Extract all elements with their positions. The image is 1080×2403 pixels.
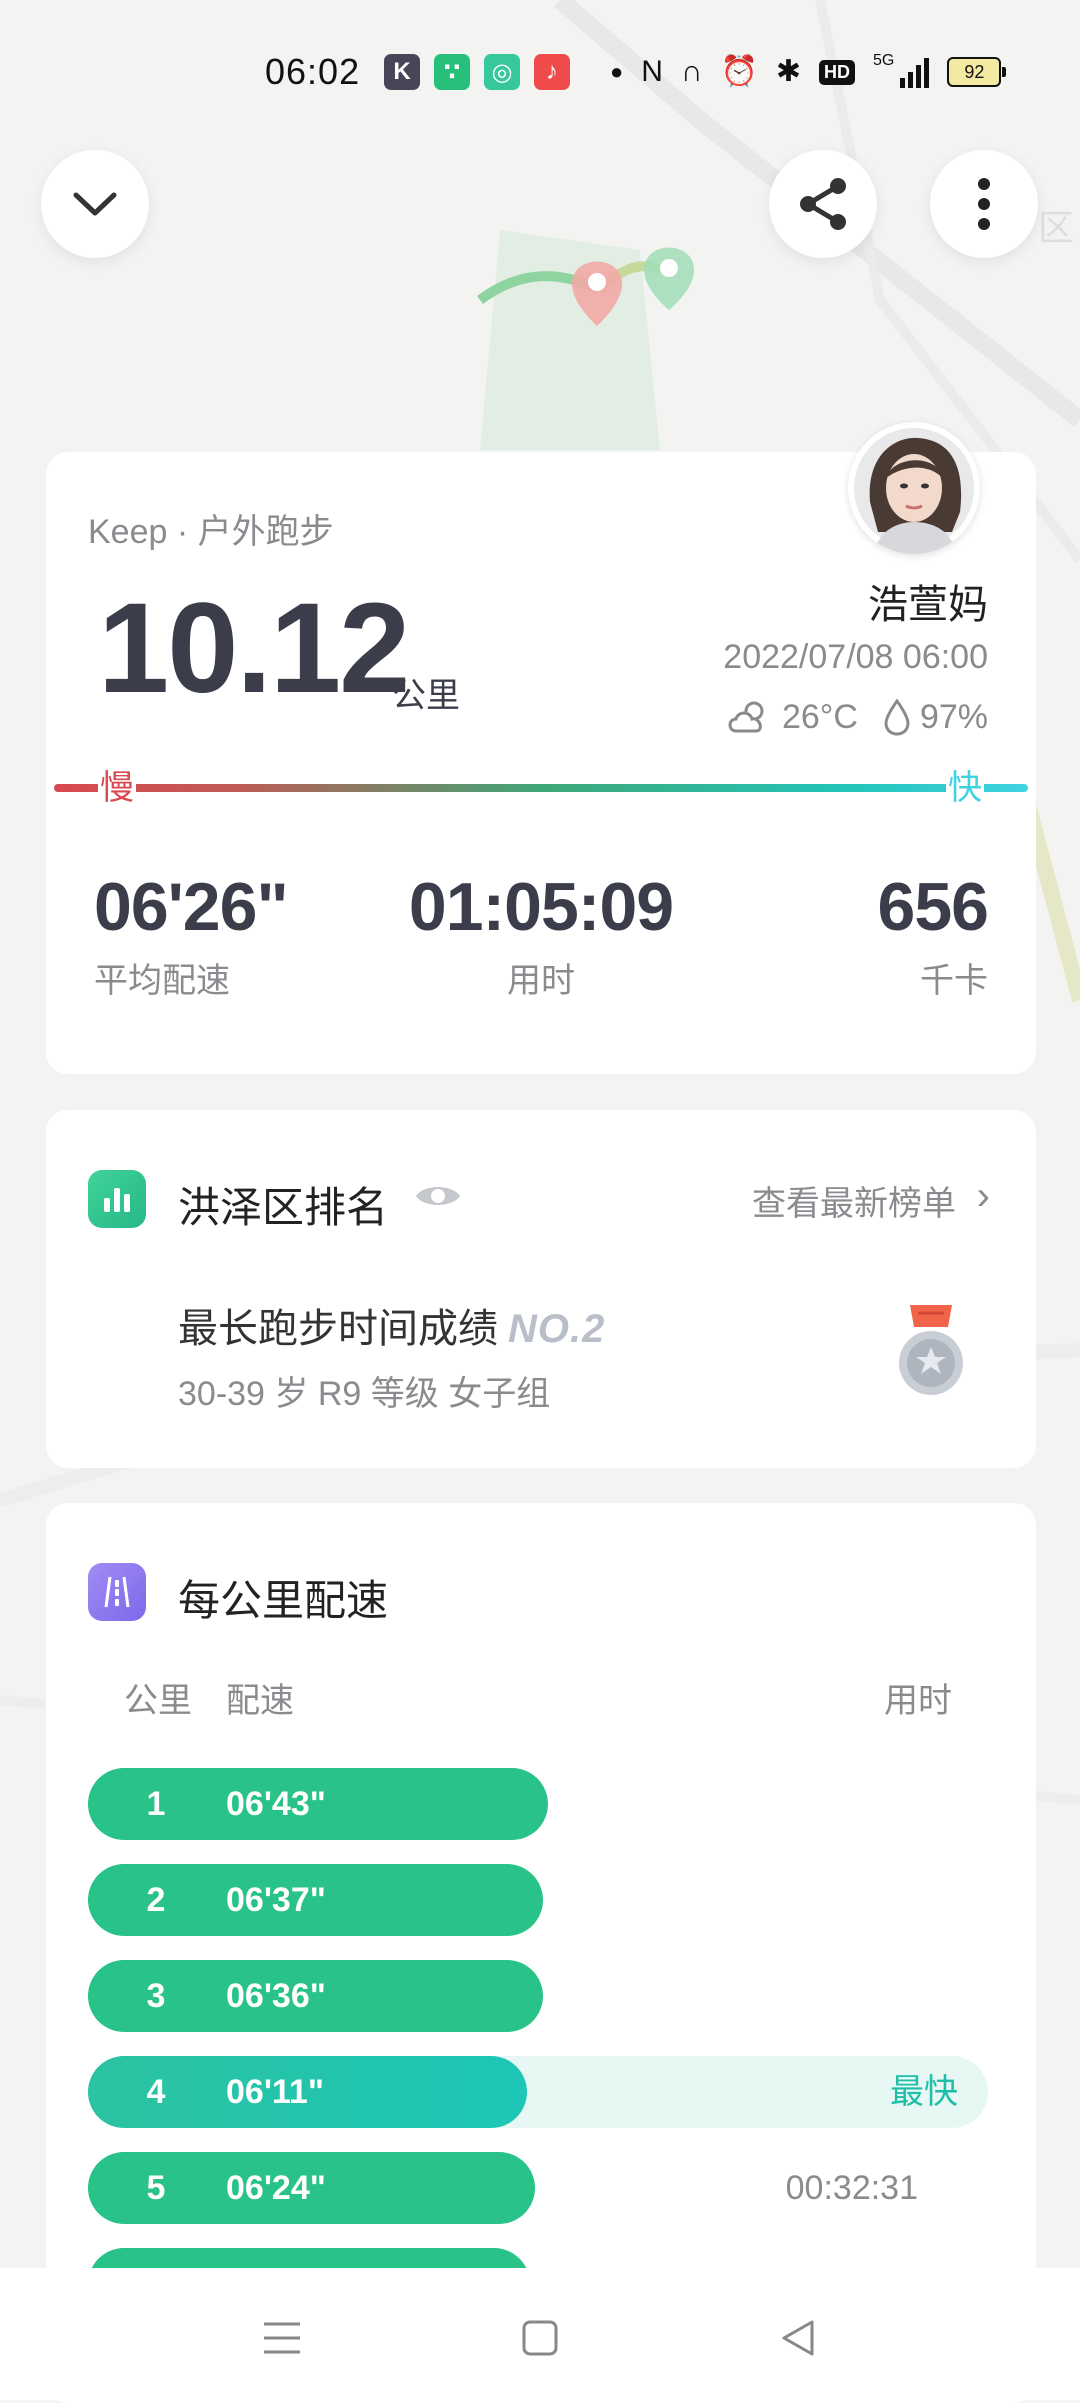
chat-app-icon: ∵ xyxy=(434,54,470,90)
svg-text:区: 区 xyxy=(1038,208,1074,249)
pace-row-pace: 06'43" xyxy=(226,1785,326,1823)
view-leaderboard-link[interactable]: 查看最新榜单 xyxy=(752,1176,956,1225)
ranking-number: NO.2 xyxy=(508,1307,606,1351)
workout-datetime: 2022/07/08 06:00 xyxy=(723,638,988,676)
pace-title: 每公里配速 xyxy=(178,1577,389,1624)
pace-row-km: 5 xyxy=(146,2169,166,2207)
menu-button[interactable] xyxy=(252,2308,312,2368)
avatar[interactable] xyxy=(848,422,980,554)
split-time: 00:32:31 xyxy=(785,2169,918,2207)
hd-badge: HD xyxy=(819,59,856,85)
col-header-time: 用时 xyxy=(884,1682,952,1720)
battery-level: 92 xyxy=(964,61,985,82)
eye-icon[interactable] xyxy=(414,1180,462,1212)
chevron-down-icon xyxy=(73,192,117,216)
bar-chart-icon xyxy=(88,1170,146,1228)
road-icon xyxy=(88,1563,146,1621)
silver-medal-icon xyxy=(899,1305,963,1395)
back-triangle-icon xyxy=(782,2320,814,2356)
weather-row: 26°C 97% xyxy=(726,697,988,737)
distance-value: 10.12 xyxy=(98,577,410,720)
battery-icon: 92 xyxy=(947,57,1007,87)
bluetooth-icon: ✱ xyxy=(775,55,802,88)
signal-icon xyxy=(900,56,930,88)
ranking-description: 最长跑步时间成绩 NO.2 xyxy=(178,1296,605,1354)
camera-app-icon: ◎ xyxy=(484,54,520,90)
more-button[interactable] xyxy=(930,150,1038,258)
network-type: 5G xyxy=(873,52,895,69)
source-label: Keep · 户外跑步 xyxy=(88,513,334,551)
pace-row-pace: 06'11" xyxy=(226,2073,324,2111)
fastest-tag: 最快 xyxy=(890,2073,958,2111)
status-time: 06:02 xyxy=(265,51,361,92)
pace-row-pace: 06'36" xyxy=(226,1977,326,2015)
fast-label: 快 xyxy=(946,768,984,808)
headphones-icon: ∩ xyxy=(680,55,703,88)
system-nav-bar xyxy=(0,2268,1080,2400)
share-icon xyxy=(800,178,846,230)
collapse-button[interactable] xyxy=(41,150,149,258)
humidity-icon xyxy=(884,698,910,736)
pace-row-pace: 06'24" xyxy=(226,2169,326,2207)
ranking-title: 洪泽区排名 xyxy=(178,1184,389,1231)
temperature: 26°C xyxy=(781,697,858,736)
pace-row-pace: 06'37" xyxy=(226,1881,326,1919)
humidity: 97% xyxy=(919,697,988,736)
pace-row-km: 4 xyxy=(146,2073,166,2111)
home-square-icon xyxy=(522,2320,558,2356)
music-app-icon: ♪ xyxy=(534,54,570,90)
status-bar: 06:02 K ∵ ◎ ♪ ● N ∩ ⏰ ✱ HD 5G 92 xyxy=(0,40,1080,104)
more-vertical-icon xyxy=(978,178,990,230)
menu-icon xyxy=(264,2322,300,2354)
calories-stat: 656 千卡 xyxy=(877,867,989,1002)
calories-label: 千卡 xyxy=(920,962,988,1000)
user-name: 浩萱妈 xyxy=(868,583,988,627)
pace-gradient-bar xyxy=(54,784,1028,792)
back-button[interactable] xyxy=(768,2308,828,2368)
calories-value: 656 xyxy=(877,869,989,945)
partly-cloudy-icon xyxy=(728,701,764,733)
home-button[interactable] xyxy=(510,2308,570,2368)
slow-label: 慢 xyxy=(98,768,136,808)
keep-app-icon: K xyxy=(384,54,420,90)
distance-unit: 公里 xyxy=(392,677,460,715)
ranking-description-text: 最长跑步时间成绩 xyxy=(178,1307,498,1351)
workout-summary-card: Keep · 户外跑步 10.12 公里 浩萱妈 2022/07/08 06:0… xyxy=(46,422,1036,1074)
col-header-pace: 配速 xyxy=(226,1682,294,1720)
avatar-image xyxy=(854,428,974,554)
pace-row-km: 3 xyxy=(146,1977,166,2015)
share-button[interactable] xyxy=(769,150,877,258)
nfc-icon: N xyxy=(641,55,663,88)
alarm-icon: ⏰ xyxy=(720,55,758,88)
chevron-right-icon[interactable]: › xyxy=(977,1176,990,1216)
pace-row-km: 1 xyxy=(146,1785,166,1823)
notification-icons: K ∵ ◎ ♪ xyxy=(384,54,570,90)
pace-row-km: 2 xyxy=(146,1881,166,1919)
col-header-km: 公里 xyxy=(124,1682,192,1720)
ranking-group: 30-39 岁 R9 等级 女子组 xyxy=(178,1375,551,1413)
dot-icon: ● xyxy=(610,59,624,84)
ranking-card[interactable]: 洪泽区排名 查看最新榜单 › 最长跑步时间成绩 NO.2 30-39 岁 R9 等… xyxy=(46,1110,1036,1468)
system-icons: ● N ∩ ⏰ ✱ HD 5G 92 xyxy=(610,50,1007,94)
